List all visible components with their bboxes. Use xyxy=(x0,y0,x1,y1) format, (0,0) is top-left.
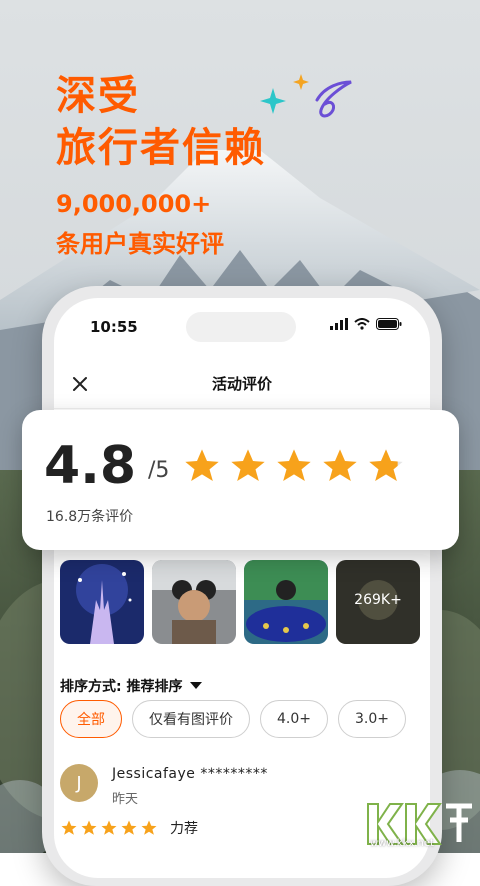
photo-thumb-ride[interactable] xyxy=(244,560,328,644)
hero-headline: 深受 旅行者信赖 9,000,000+ 条用户真实好评 xyxy=(56,70,266,260)
photo-strip: 269K+ xyxy=(60,560,420,644)
star-icon xyxy=(369,449,403,481)
filter-chips: 全部 仅看有图评价 4.0+ 3.0+ xyxy=(60,700,406,738)
star-icon xyxy=(231,449,265,481)
review-date: 昨天 xyxy=(112,792,139,807)
rating-summary-card: 4.8 /5 16.8万条评价 xyxy=(22,410,459,550)
photo-thumb-mickey[interactable] xyxy=(152,560,236,644)
photo-thumb-castle[interactable] xyxy=(60,560,144,644)
filter-chip-4plus[interactable]: 4.0+ xyxy=(260,700,328,738)
headline-line-2: 旅行者信赖 xyxy=(56,125,266,171)
sparkle-decoration-icon xyxy=(260,74,352,118)
star-icon xyxy=(277,449,311,481)
sort-label: 排序方式: 推荐排序 xyxy=(60,679,183,695)
headline-review-count: 9,000,000+ xyxy=(56,190,212,218)
filter-chip-with-photos[interactable]: 仅看有图评价 xyxy=(132,700,250,738)
rating-count: 16.8万条评价 xyxy=(46,509,134,525)
review-stars: 力荐 xyxy=(60,818,198,838)
filter-chip-3plus[interactable]: 3.0+ xyxy=(338,700,406,738)
photo-thumb-more[interactable]: 269K+ xyxy=(336,560,420,644)
rating-score: 4.8 xyxy=(44,436,137,496)
page-title: 活动评价 xyxy=(211,375,272,393)
filter-chip-all[interactable]: 全部 xyxy=(60,700,122,738)
caret-down-icon xyxy=(190,682,203,689)
star-icon xyxy=(121,820,137,835)
star-icon xyxy=(101,820,117,835)
battery-icon xyxy=(376,318,402,330)
rating-stars xyxy=(182,446,406,486)
wifi-icon xyxy=(354,318,370,330)
headline-line-1: 深受 xyxy=(56,73,140,119)
status-icons xyxy=(330,318,402,330)
star-icon xyxy=(61,820,77,835)
photo-more-count: 269K+ xyxy=(354,592,402,608)
sort-dropdown[interactable]: 排序方式: 推荐排序 xyxy=(60,676,203,696)
review-tag: 力荐 xyxy=(170,821,198,837)
reviewer-name: Jessicafaye ********* xyxy=(112,766,268,782)
star-icon xyxy=(141,820,157,835)
star-icon xyxy=(81,820,97,835)
star-icon xyxy=(185,449,219,481)
signal-icon xyxy=(330,318,348,330)
rating-max: /5 xyxy=(148,458,170,483)
nav-bar: 活动评价 xyxy=(54,360,430,409)
star-icon xyxy=(323,449,357,481)
status-time: 10:55 xyxy=(90,318,138,336)
dynamic-island xyxy=(186,312,296,342)
headline-subtitle: 条用户真实好评 xyxy=(56,230,224,258)
phone-screen: 10:55 活动评价 269K+ 排序方式: 推荐排序 全部 仅看有图评价 4.… xyxy=(54,298,430,878)
avatar: J xyxy=(60,764,98,802)
watermark-url: www.kkx.net xyxy=(370,838,434,849)
